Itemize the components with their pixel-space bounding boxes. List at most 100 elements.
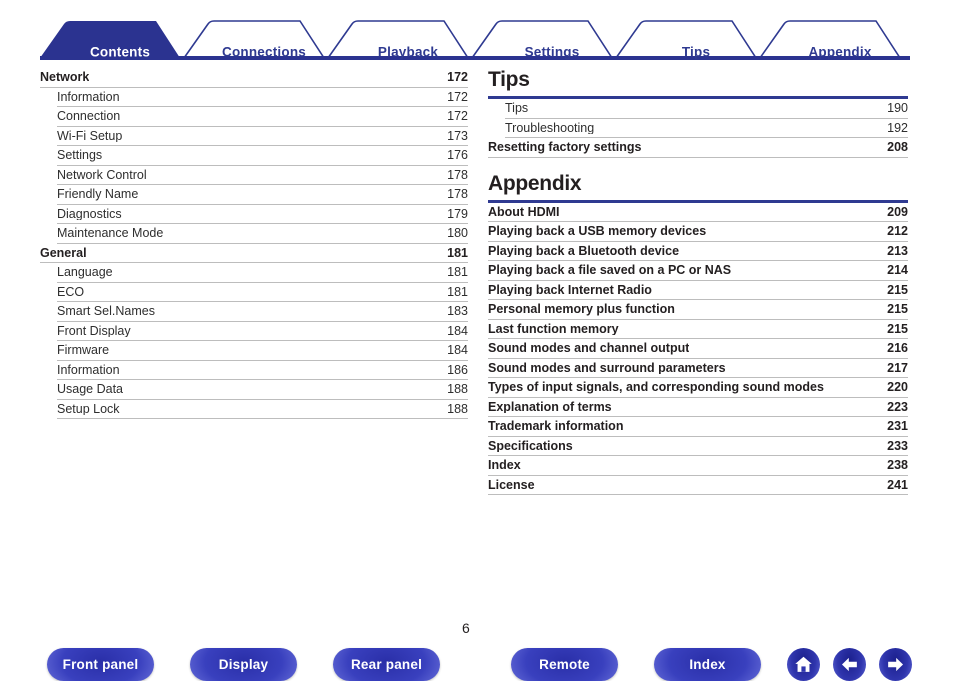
toc-item-row[interactable]: Wi-Fi Setup 173 (57, 127, 468, 146)
toc-heading-page: 214 (887, 263, 908, 278)
toc-item-page: 172 (447, 109, 468, 123)
toc-heading-row[interactable]: Personal memory plus function 215 (488, 300, 908, 320)
toc-item-title: Setup Lock (57, 402, 120, 415)
toc-item-row[interactable]: Diagnostics 179 (57, 205, 468, 224)
toc-heading-page: 216 (887, 341, 908, 356)
toc-item-row[interactable]: Maintenance Mode 180 (57, 224, 468, 244)
toc-item-row[interactable]: Settings 176 (57, 146, 468, 166)
toc-item-row[interactable]: Friendly Name 178 (57, 185, 468, 205)
toc-item-row[interactable]: Information 172 (57, 88, 468, 107)
toc-item-page: 180 (447, 226, 468, 240)
toc-heading-title: Playing back a file saved on a PC or NAS (488, 264, 732, 277)
toc-heading-title: Trademark information (488, 420, 624, 433)
toc-item-page: 173 (447, 128, 468, 143)
toc-item-page: 192 (887, 120, 908, 135)
tab-playback[interactable]: Playback (350, 45, 466, 60)
toc-item-row[interactable]: Tips 190 (505, 99, 908, 119)
toc-heading-title: Index (488, 459, 521, 472)
footer-nav: Front panel Display Rear panel Remote In… (0, 601, 954, 681)
toc-heading-row[interactable]: Playing back a Bluetooth device 213 (488, 242, 908, 262)
home-icon[interactable] (787, 648, 820, 681)
toc-heading-title: Specifications (488, 439, 573, 453)
tab-contents[interactable]: Contents (64, 45, 176, 60)
toc-heading-row[interactable]: Playing back a file saved on a PC or NAS… (488, 261, 908, 281)
toc-item-title: Information (57, 90, 120, 103)
toc-item-page: 184 (447, 323, 468, 338)
toc-heading-row[interactable]: Last function memory 215 (488, 320, 908, 340)
toc-item-page: 179 (447, 206, 468, 221)
toc-item-title: Troubleshooting (505, 121, 595, 135)
toc-heading-title: Personal memory plus function (488, 303, 675, 316)
toc-heading-row[interactable]: Sound modes and surround parameters 217 (488, 359, 908, 379)
toc-heading-row[interactable]: Specifications 233 (488, 437, 908, 457)
toc-item-title: ECO (57, 285, 85, 298)
section-title-appendix: Appendix (488, 171, 582, 195)
toc-heading-row[interactable]: Resetting factory settings 208 (488, 138, 908, 158)
toc-item-row[interactable]: Connection 172 (57, 107, 468, 127)
toc-heading-page: 241 (887, 477, 908, 492)
toc-item-row[interactable]: Network Control 178 (57, 166, 468, 185)
toc-heading-page: 215 (887, 282, 908, 297)
arrow-right-icon[interactable] (879, 648, 912, 681)
toc-heading-page: 181 (447, 245, 468, 260)
toc-heading-title: License (488, 478, 535, 492)
toc-item-title: Usage Data (57, 383, 124, 396)
toc-heading-title: Explanation of terms (488, 400, 612, 414)
toc-item-page: 188 (447, 382, 468, 396)
toc-item-page: 176 (447, 148, 468, 162)
toc-item-row[interactable]: Information 186 (57, 361, 468, 380)
toc-item-title: Maintenance Mode (57, 227, 164, 240)
rear-panel-button[interactable]: Rear panel (333, 648, 440, 681)
toc-item-row[interactable]: Smart Sel.Names 183 (57, 302, 468, 322)
toc-left-column: Network 172 Information 172 Connection 1… (40, 68, 468, 419)
toc-item-row[interactable]: Troubleshooting 192 (505, 119, 908, 139)
toc-item-page: 188 (447, 401, 468, 416)
toc-item-title: Smart Sel.Names (57, 305, 155, 318)
arrow-left-icon[interactable] (833, 648, 866, 681)
toc-heading-row[interactable]: About HDMI 209 (488, 203, 908, 223)
index-button[interactable]: Index (654, 648, 761, 681)
toc-heading-page: 212 (887, 224, 908, 239)
toc-item-title: Friendly Name (57, 188, 139, 201)
toc-item-row[interactable]: Setup Lock 188 (57, 400, 468, 419)
toc-item-page: 186 (447, 362, 468, 377)
toc-item-title: Wi-Fi Setup (57, 129, 123, 142)
toc-item-title: Tips (505, 102, 529, 115)
toc-heading-row[interactable]: Network 172 (40, 68, 468, 88)
toc-item-row[interactable]: Usage Data 188 (57, 380, 468, 400)
toc-heading-row[interactable]: License 241 (488, 476, 908, 496)
display-button[interactable]: Display (190, 648, 297, 681)
toc-heading-title: General (40, 246, 87, 259)
toc-item-row[interactable]: Language 181 (57, 263, 468, 283)
toc-item-row[interactable]: Front Display 184 (57, 322, 468, 341)
toc-item-title: Language (57, 266, 113, 279)
toc-heading-page: 238 (887, 458, 908, 473)
toc-heading-title: Playing back a Bluetooth device (488, 244, 680, 258)
toc-item-page: 183 (447, 304, 468, 318)
toc-heading-row[interactable]: Explanation of terms 223 (488, 398, 908, 418)
toc-heading-row[interactable]: Sound modes and channel output 216 (488, 339, 908, 359)
toc-heading-row[interactable]: General 181 (40, 244, 468, 263)
toc-heading-title: Network (40, 71, 90, 84)
toc-heading-row[interactable]: Playing back Internet Radio 215 (488, 281, 908, 301)
tab-connections[interactable]: Connections (206, 45, 322, 60)
tab-tips[interactable]: Tips (638, 45, 754, 60)
toc-item-page: 178 (447, 167, 468, 182)
tab-settings[interactable]: Settings (494, 45, 610, 60)
toc-heading-page: 209 (887, 204, 908, 219)
toc-heading-row[interactable]: Types of input signals, and correspondin… (488, 378, 908, 398)
toc-heading-row[interactable]: Playing back a USB memory devices 212 (488, 222, 908, 242)
toc-heading-title: Last function memory (488, 322, 619, 336)
front-panel-button[interactable]: Front panel (47, 648, 154, 681)
tab-appendix[interactable]: Appendix (782, 45, 898, 60)
toc-item-row[interactable]: Firmware 184 (57, 341, 468, 361)
toc-heading-row[interactable]: Index 238 (488, 456, 908, 476)
toc-heading-page: 213 (887, 243, 908, 258)
toc-item-row[interactable]: ECO 181 (57, 283, 468, 302)
remote-button[interactable]: Remote (511, 648, 618, 681)
toc-heading-title: Resetting factory settings (488, 141, 642, 154)
toc-right-column: Tips Tips 190 Troubleshooting 192 Resett… (488, 68, 908, 496)
toc-item-page: 178 (447, 187, 468, 201)
toc-heading-row[interactable]: Trademark information 231 (488, 417, 908, 437)
